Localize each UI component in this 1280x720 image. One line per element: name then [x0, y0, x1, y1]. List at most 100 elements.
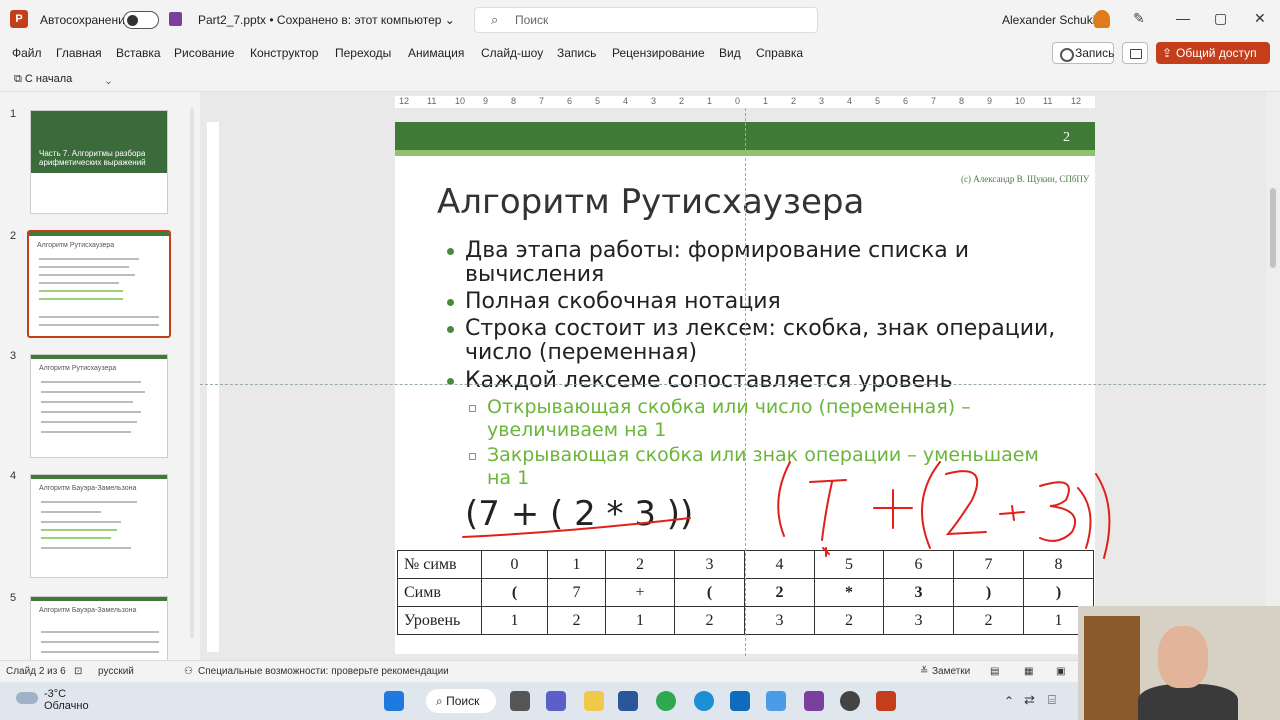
- sub-bullet-text[interactable]: Закрывающая скобка или знак операции – у…: [487, 444, 1047, 490]
- notes-button[interactable]: Заметки: [932, 666, 970, 677]
- edge-icon[interactable]: [694, 691, 714, 711]
- ruler-mark: 12: [399, 96, 410, 106]
- tab-help[interactable]: Справка: [756, 46, 803, 60]
- table-cell: 2: [814, 606, 884, 635]
- tab-view[interactable]: Вид: [719, 46, 741, 60]
- slide-thumbnail-3[interactable]: Алгоритм Рутисхаузера: [30, 354, 168, 458]
- thumb-line: [41, 411, 141, 413]
- search-box[interactable]: ⌕ Поиск: [474, 7, 818, 33]
- accessibility-status[interactable]: Специальные возможности: проверьте реком…: [198, 666, 449, 677]
- taskbar-search[interactable]: ⌕ Поиск: [426, 689, 496, 713]
- tab-draw[interactable]: Рисование: [174, 46, 234, 60]
- ruler-mark: 9: [483, 96, 489, 106]
- table-cell: 1: [605, 606, 675, 635]
- chrome-icon[interactable]: [656, 691, 676, 711]
- tray-chevron-icon[interactable]: ⌃: [1004, 694, 1014, 708]
- teams-icon[interactable]: [546, 691, 566, 711]
- tab-animation[interactable]: Анимация: [408, 46, 464, 60]
- slide-thumbnail-4[interactable]: Алгоритм Бауэра-Замельзона: [30, 474, 168, 578]
- reading-view-icon[interactable]: ▣: [1056, 666, 1065, 677]
- share-button[interactable]: Общий доступ: [1156, 42, 1270, 64]
- bullet-text[interactable]: Полная скобочная нотация: [465, 290, 1065, 314]
- table-cell: 2: [674, 606, 745, 635]
- save-icon[interactable]: [169, 12, 182, 26]
- tab-home[interactable]: Главная: [56, 46, 102, 60]
- maximize-button[interactable]: ▢: [1214, 10, 1227, 27]
- ruler-mark: 8: [511, 96, 517, 106]
- tab-transitions[interactable]: Переходы: [335, 46, 391, 60]
- tab-file[interactable]: Файл: [12, 46, 42, 60]
- tab-design[interactable]: Конструктор: [250, 46, 318, 60]
- table-cell: 6: [883, 550, 954, 579]
- document-title[interactable]: Part2_7.pptx • Сохранено в: этот компьют…: [198, 13, 455, 27]
- ruler-mark: 5: [875, 96, 881, 106]
- start-from-beginning-button[interactable]: ⧉ С начала ⌄: [14, 73, 111, 86]
- tab-insert[interactable]: Вставка: [116, 46, 161, 60]
- expression[interactable]: (7 + ( 2 * 3 )): [465, 494, 693, 534]
- accessibility-icon[interactable]: ⚇: [184, 666, 193, 677]
- normal-view-icon[interactable]: ▤: [990, 666, 999, 677]
- table-cell: 5: [814, 550, 884, 579]
- powerpoint-taskbar-icon[interactable]: [876, 691, 896, 711]
- sub-bullet-text[interactable]: Открывающая скобка или число (переменная…: [487, 396, 1047, 442]
- minimize-button[interactable]: —: [1176, 10, 1190, 26]
- slide-thumbnail-1[interactable]: Часть 7. Алгоритмы разбора арифметически…: [30, 110, 168, 214]
- notepad-icon[interactable]: [766, 691, 786, 711]
- start-label: С начала: [24, 73, 73, 85]
- webcam-door: [1084, 616, 1140, 720]
- language-indicator[interactable]: русский: [98, 666, 134, 677]
- smart-guide-horizontal: [200, 384, 1266, 385]
- task-view-icon[interactable]: [510, 691, 530, 711]
- quick-access-bar: ⧉ С начала ⌄: [0, 66, 1280, 92]
- thumbnails-scrollbar[interactable]: [188, 98, 196, 654]
- bullet-text[interactable]: Два этапа работы: формирование списка и …: [465, 239, 1065, 287]
- table-cell: ): [953, 578, 1024, 607]
- spellcheck-icon[interactable]: ⊡: [74, 666, 82, 677]
- thumb-line: [41, 391, 145, 393]
- tab-slideshow[interactable]: Слайд-шоу: [481, 46, 543, 60]
- slide-counter[interactable]: Слайд 2 из 6: [6, 666, 66, 677]
- bullet-text[interactable]: Строка состоит из лексем: скобка, знак о…: [465, 317, 1065, 365]
- pen-icon[interactable]: ✎: [1133, 10, 1145, 27]
- slide-title[interactable]: Алгоритм Рутисхаузера: [437, 182, 864, 222]
- record-button[interactable]: Запись: [1052, 42, 1114, 64]
- visual-studio-icon[interactable]: [804, 691, 824, 711]
- slide-thumbnail-2[interactable]: Алгоритм Рутисхаузера: [27, 230, 171, 338]
- slide-sorter-icon[interactable]: ▦: [1024, 666, 1033, 677]
- horizontal-ruler: 12 11 10 9 8 7 6 5 4 3 2 1 0 1 2 3 4 5 6 7 8 9 10 11 12: [395, 96, 1095, 108]
- tab-record[interactable]: Запись: [557, 46, 596, 60]
- ruler-mark: 11: [427, 96, 437, 106]
- app-icon[interactable]: [840, 691, 860, 711]
- scroll-track: [190, 108, 194, 638]
- thumb-bar: [29, 232, 169, 236]
- thumb-title: Алгоритм Рутисхаузера: [37, 242, 115, 249]
- mail-icon[interactable]: [730, 691, 750, 711]
- table-cell: 3: [674, 550, 745, 579]
- tray-settings-icon[interactable]: ⇄: [1024, 692, 1035, 708]
- search-icon: ⌕: [491, 12, 499, 27]
- slide-thumbnail-5[interactable]: Алгоритм Бауэра-Замельзона: [30, 596, 168, 660]
- file-explorer-icon[interactable]: [584, 691, 604, 711]
- comments-button[interactable]: [1122, 42, 1148, 64]
- tab-review[interactable]: Рецензирование: [612, 46, 705, 60]
- scroll-thumb[interactable]: [1270, 188, 1276, 268]
- network-icon[interactable]: ⌸: [1048, 692, 1056, 708]
- close-button[interactable]: ✕: [1254, 10, 1266, 27]
- sub-bullet-icon: [469, 453, 476, 460]
- weather-widget[interactable]: -3°C Облачно: [44, 688, 89, 712]
- word-icon[interactable]: [618, 691, 638, 711]
- user-name[interactable]: Alexander Schukin: [1002, 13, 1102, 27]
- autosave-toggle[interactable]: [123, 11, 159, 29]
- editor-scrollbar[interactable]: [1266, 92, 1280, 660]
- thumb-line: [41, 421, 137, 423]
- thumb-line: [39, 316, 159, 318]
- ruler-mark: 9: [987, 96, 993, 106]
- start-icon[interactable]: [384, 691, 404, 711]
- ruler-mark: 8: [959, 96, 965, 106]
- bullet-icon: [447, 326, 454, 333]
- table-cell: 1: [547, 550, 606, 579]
- bullet-text[interactable]: Каждой лексеме сопоставляется уровень: [465, 369, 1065, 393]
- thumb-line: [39, 298, 123, 300]
- user-avatar-icon[interactable]: [1094, 10, 1110, 28]
- notes-icon[interactable]: ≚: [920, 666, 928, 677]
